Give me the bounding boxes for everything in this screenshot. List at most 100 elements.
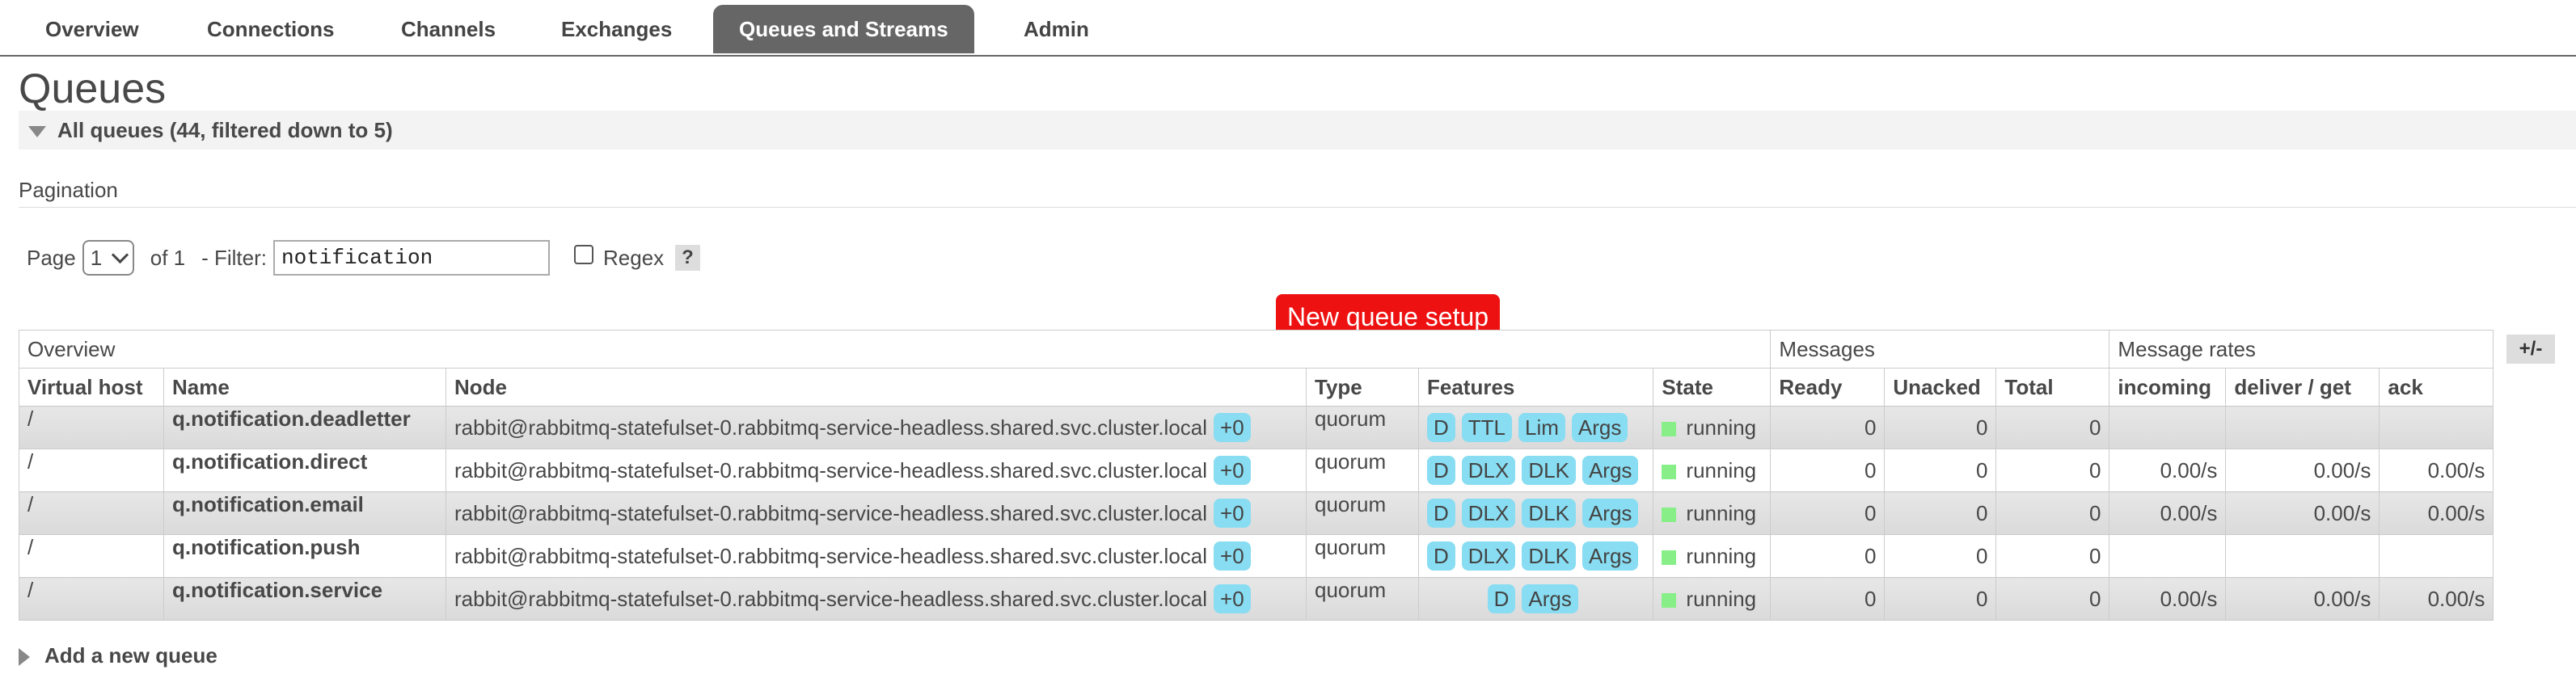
tab-connections[interactable]: Connections: [181, 5, 360, 53]
page-label: Page: [27, 245, 76, 270]
feature-badge: D: [1427, 499, 1455, 528]
state-text: running: [1686, 586, 1757, 611]
state-cell: running: [1653, 577, 1772, 621]
unacked-cell: 0: [1884, 449, 1997, 492]
regex-checkbox[interactable]: [574, 245, 593, 264]
col-unacked[interactable]: Unacked: [1884, 368, 1997, 407]
tab-exchanges[interactable]: Exchanges: [535, 5, 698, 53]
toggle-columns-button[interactable]: +/-: [2506, 335, 2555, 364]
col-incoming[interactable]: incoming: [2109, 368, 2227, 407]
queues-table: Overview Messages Message rates Virtual …: [18, 330, 2494, 621]
total-cell: 0: [1995, 449, 2110, 492]
queue-name-link[interactable]: q.notification.email: [163, 491, 446, 535]
node-name: rabbit@rabbitmq-statefulset-0.rabbitmq-s…: [454, 587, 1208, 611]
all-queues-label: All queues (44, filtered down to 5): [57, 118, 393, 142]
feature-badge: D: [1487, 584, 1516, 613]
chevron-down-icon: [111, 246, 129, 263]
feature-badge: Lim: [1518, 413, 1565, 442]
type-cell: quorum: [1306, 491, 1419, 535]
tab-channels[interactable]: Channels: [375, 5, 522, 53]
incoming-rate-cell: [2109, 534, 2227, 578]
features-cell: D DLX DLK Args: [1417, 534, 1654, 578]
pagination-controls: Page 1 of 1 - Filter: Regex ?: [27, 239, 700, 276]
node-cell: rabbit@rabbitmq-statefulset-0.rabbitmq-s…: [446, 491, 1307, 535]
feature-badge: TTL: [1461, 413, 1513, 442]
unacked-cell: 0: [1884, 406, 1997, 449]
ack-rate-cell: 0.00/s: [2379, 491, 2494, 535]
col-virtual-host[interactable]: Virtual host: [19, 368, 164, 407]
node-cell: rabbit@rabbitmq-statefulset-0.rabbitmq-s…: [446, 534, 1307, 578]
col-deliver-get[interactable]: deliver / get: [2225, 368, 2380, 407]
filter-input[interactable]: [273, 240, 550, 276]
pagination-label: Pagination: [19, 178, 118, 202]
tab-queues-and-streams[interactable]: Queues and Streams: [713, 5, 974, 53]
ready-cell: 0: [1770, 491, 1886, 535]
node-replica-badge: +0: [1214, 541, 1251, 571]
incoming-rate-cell: 0.00/s: [2109, 449, 2227, 492]
regex-help-button[interactable]: ?: [675, 245, 700, 271]
feature-badge: DLK: [1522, 499, 1576, 528]
all-queues-section-toggle[interactable]: All queues (44, filtered down to 5): [19, 111, 2576, 150]
ready-cell: 0: [1770, 449, 1886, 492]
table-row: / q.notification.service rabbit@rabbitmq-s…: [19, 577, 2494, 621]
col-type[interactable]: Type: [1306, 368, 1419, 407]
feature-badge: D: [1427, 456, 1455, 485]
ready-cell: 0: [1770, 577, 1886, 621]
col-ack[interactable]: ack: [2379, 368, 2494, 407]
tab-admin[interactable]: Admin: [998, 5, 1115, 53]
filter-label: - Filter:: [201, 245, 267, 270]
node-replica-badge: +0: [1214, 499, 1251, 528]
node-name: rabbit@rabbitmq-statefulset-0.rabbitmq-s…: [454, 501, 1208, 525]
state-text: running: [1686, 415, 1757, 440]
feature-badge: Args: [1581, 541, 1639, 571]
vhost-cell: /: [19, 449, 164, 492]
state-cell: running: [1653, 534, 1772, 578]
collapse-triangle-icon: [28, 126, 46, 138]
node-cell: rabbit@rabbitmq-statefulset-0.rabbitmq-s…: [446, 406, 1307, 449]
running-status-icon: [1662, 550, 1677, 565]
table-row: / q.notification.deadletter rabbit@rabbitm…: [19, 406, 2494, 449]
ack-rate-cell: [2379, 534, 2494, 578]
vhost-cell: /: [19, 491, 164, 535]
feature-badge: Args: [1522, 584, 1578, 613]
feature-badge: DLX: [1461, 499, 1516, 528]
page-select[interactable]: 1: [82, 240, 134, 276]
feature-badge: Args: [1571, 413, 1628, 442]
col-state[interactable]: State: [1653, 368, 1772, 407]
queue-name-link[interactable]: q.notification.deadletter: [163, 406, 446, 449]
features-cell: D DLX DLK Args: [1417, 491, 1654, 535]
messages-group-header: Messages: [1770, 330, 2110, 369]
total-cell: 0: [1995, 534, 2110, 578]
feature-badge: DLX: [1461, 456, 1516, 485]
node-replica-badge: +0: [1214, 456, 1251, 485]
ready-cell: 0: [1770, 534, 1886, 578]
node-name: rabbit@rabbitmq-statefulset-0.rabbitmq-s…: [454, 458, 1208, 482]
state-text: running: [1686, 500, 1757, 525]
running-status-icon: [1662, 421, 1677, 436]
node-name: rabbit@rabbitmq-statefulset-0.rabbitmq-s…: [454, 544, 1208, 568]
tab-overview[interactable]: Overview: [19, 5, 165, 53]
divider: [19, 207, 2576, 208]
features-cell: D Args: [1417, 577, 1654, 621]
vhost-cell: /: [19, 406, 164, 449]
col-name[interactable]: Name: [163, 368, 446, 407]
unacked-cell: 0: [1884, 534, 1997, 578]
table-row: / q.notification.direct rabbit@rabbitmq-st…: [19, 449, 2494, 492]
add-queue-toggle[interactable]: Add a new queue: [19, 643, 217, 668]
queue-name-link[interactable]: q.notification.direct: [163, 449, 446, 492]
col-node[interactable]: Node: [446, 368, 1307, 407]
feature-badge: DLK: [1522, 541, 1576, 571]
col-features[interactable]: Features: [1417, 368, 1654, 407]
col-total[interactable]: Total: [1995, 368, 2110, 407]
expand-triangle-icon: [19, 648, 30, 667]
col-ready[interactable]: Ready: [1770, 368, 1886, 407]
page-count: of 1: [150, 245, 186, 270]
features-cell: D DLX DLK Args: [1417, 449, 1654, 492]
queue-name-link[interactable]: q.notification.service: [163, 577, 446, 621]
queue-name-link[interactable]: q.notification.push: [163, 534, 446, 578]
deliver-rate-cell: 0.00/s: [2225, 491, 2380, 535]
total-cell: 0: [1995, 491, 2110, 535]
running-status-icon: [1662, 507, 1677, 522]
state-cell: running: [1653, 491, 1772, 535]
type-cell: quorum: [1306, 534, 1419, 578]
